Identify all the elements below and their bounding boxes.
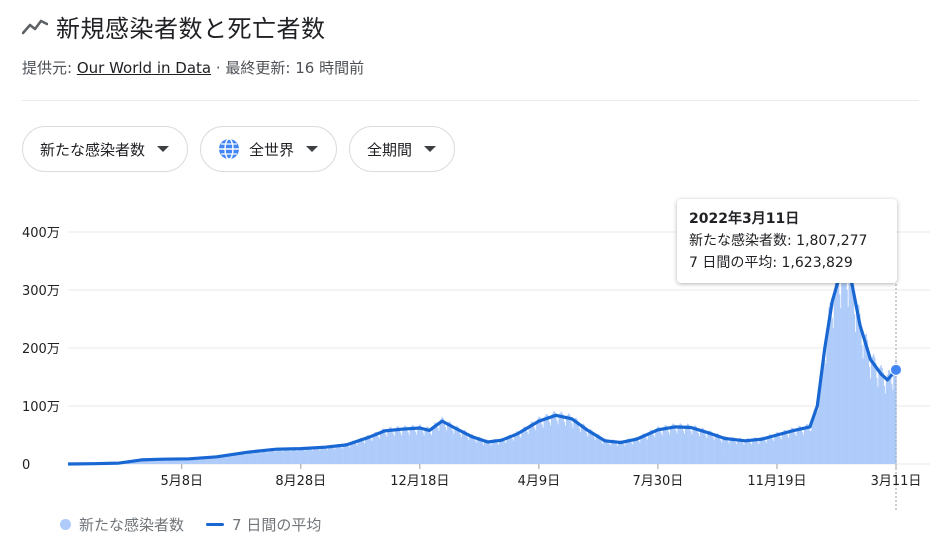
period-dropdown[interactable]: 全期間 (349, 126, 456, 172)
source-prefix: 提供元: (22, 59, 77, 77)
region-dropdown-label: 全世界 (249, 140, 295, 159)
average-line (67, 265, 898, 466)
legend-daily-label: 新たな感染者数 (79, 516, 185, 534)
period-dropdown-label: 全期間 (367, 140, 413, 159)
x-tick-label: 8月28日 (275, 474, 326, 489)
x-tick-label: 12月18日 (390, 474, 449, 489)
legend-bar-swatch (60, 519, 71, 530)
y-tick-label: 0 (22, 458, 30, 473)
x-tick-label: 11月19日 (747, 474, 806, 489)
tooltip-cases: 新たな感染者数: 1,807,277 (689, 233, 868, 249)
x-tick-label: 4月9日 (518, 474, 561, 489)
legend-avg-label: 7 日間の平均 (232, 516, 322, 534)
region-dropdown[interactable]: 全世界 (200, 126, 338, 172)
chart-legend: 新たな感染者数 7 日間の平均 (60, 514, 321, 535)
chart-tooltip: 2022年3月11日 新たな感染者数: 1,807,277 7 日間の平均: 1… (677, 199, 897, 283)
highlight-point (890, 363, 902, 376)
metric-dropdown-label: 新たな感染者数 (40, 140, 146, 159)
y-tick-label: 100万 (22, 400, 60, 415)
tooltip-average: 7 日間の平均: 1,623,829 (689, 255, 853, 271)
globe-icon (219, 138, 240, 160)
chart-header: 新規感染者数と死亡者数 (22, 8, 326, 44)
filter-chips: 新たな感染者数 全世界 全期間 (22, 126, 456, 172)
caret-down-icon (306, 146, 319, 152)
trend-icon (22, 19, 48, 35)
divider (22, 100, 919, 101)
legend-line-swatch (206, 523, 225, 526)
y-tick-label: 200万 (22, 342, 60, 357)
x-tick-label: 3月11日 (871, 474, 922, 489)
updated-text: · 最終更新: 16 時間前 (211, 59, 365, 77)
source-line: 提供元: Our World in Data · 最終更新: 16 時間前 (22, 57, 364, 78)
caret-down-icon (157, 146, 170, 152)
caret-down-icon (424, 146, 437, 152)
y-tick-label: 400万 (22, 226, 60, 241)
source-link[interactable]: Our World in Data (77, 59, 211, 77)
y-tick-label: 300万 (22, 284, 60, 299)
metric-dropdown[interactable]: 新たな感染者数 (22, 126, 189, 172)
x-tick-label: 7月30日 (632, 474, 683, 489)
page-title: 新規感染者数と死亡者数 (56, 14, 326, 43)
x-tick-label: 5月8日 (160, 474, 203, 489)
tooltip-date: 2022年3月11日 (689, 211, 800, 227)
